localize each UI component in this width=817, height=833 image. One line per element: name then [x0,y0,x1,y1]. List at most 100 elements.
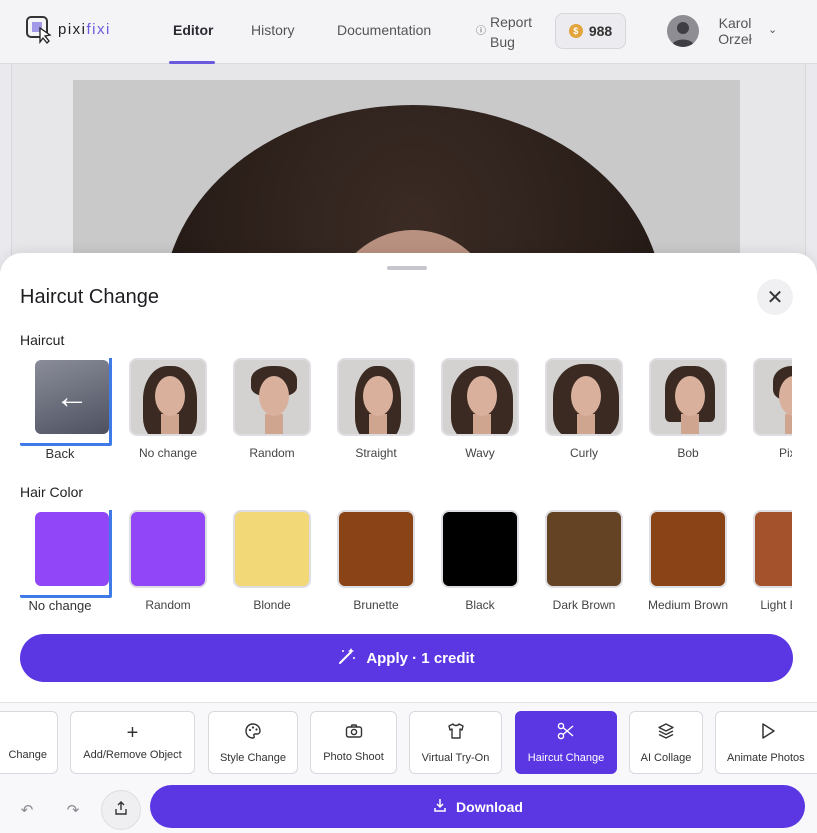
user-first-name: Karol [718,15,752,31]
hair-color-section-label: Hair Color [20,484,84,500]
share-icon [113,800,129,820]
tool-label: Change [8,748,47,761]
color-option[interactable]: Light Brown [740,510,792,612]
tool-label: Haircut Change [527,751,605,764]
sheet-drag-handle[interactable] [387,266,427,270]
haircut-option[interactable]: Pixie [740,358,792,460]
plus-icon: + [126,721,139,744]
color-option[interactable]: Black [428,510,532,612]
tool-haircut-change[interactable]: Haircut Change [515,711,617,774]
user-name[interactable]: Karol Orzeł [713,15,757,47]
tool-change[interactable]: Change [0,711,58,774]
option-label: Light Brown [760,598,792,612]
tool-label: Style Change [219,751,287,764]
haircut-option[interactable]: No change [116,358,220,460]
redo-icon: ↷ [66,802,80,819]
download-label: Download [456,798,523,815]
color-option[interactable]: Blonde [220,510,324,612]
tool-style-change[interactable]: Style Change [208,711,298,774]
close-icon: ✕ [766,286,784,309]
coin-icon: $ [568,24,583,38]
info-icon: ⓘ [476,26,486,37]
haircut-thumbnail [649,358,727,436]
tab-documentation[interactable]: Documentation [337,22,431,38]
haircut-thumbnail [545,358,623,436]
option-label: Medium Brown [647,598,729,612]
haircut-option[interactable]: Curly [532,358,636,460]
haircut-thumbnail [129,358,207,436]
option-label: Blonde [253,598,291,612]
color-option[interactable]: Medium Brown [636,510,740,612]
haircut-options: ← Back No change Random Straight Wavy Cu… [20,358,792,468]
tool-label: Virtual Try-On [421,751,490,764]
hair-color-options: No change Random Blonde Brunette Black D… [20,510,792,620]
option-label: Straight [355,446,397,460]
color-swatch [233,510,311,588]
tool-virtual-try-on[interactable]: Virtual Try-On [409,711,502,774]
option-label: Dark Brown [552,598,616,612]
camera-icon [345,723,363,743]
tool-photo-shoot[interactable]: Photo Shoot [310,711,397,774]
undo-icon: ↶ [20,802,34,819]
logo[interactable]: pixifixi [24,14,111,44]
haircut-option-back[interactable]: ← Back [20,358,124,461]
option-label: Black [465,598,495,612]
option-label: Pixie [778,446,792,460]
scissors-icon [557,722,575,744]
haircut-option[interactable]: Wavy [428,358,532,460]
color-swatch [649,510,727,588]
download-button[interactable]: Download [150,785,805,828]
option-label: Wavy [465,446,495,460]
tool-label: Animate Photos [727,751,805,764]
undo-button[interactable]: ↶ [7,790,47,830]
color-swatch [545,510,623,588]
credits-count: 988 [588,23,613,39]
haircut-option[interactable]: Straight [324,358,428,460]
option-label: Back [45,446,75,461]
option-label: Random [145,598,191,612]
avatar[interactable] [667,15,699,47]
report-bug-label-2: Bug [490,34,515,50]
app-header: pixifixi Editor History Documentation ⓘ … [0,0,817,64]
option-label: Bob [677,446,699,460]
tab-editor[interactable]: Editor [173,22,213,38]
credits-badge[interactable]: $ 988 [555,13,626,49]
option-label: No change [28,598,92,613]
close-button[interactable]: ✕ [757,279,793,315]
apply-label: Apply · 1 credit [366,649,475,667]
report-bug-link[interactable]: ⓘ Report Bug [476,12,546,52]
color-option[interactable]: Dark Brown [532,510,636,612]
play-icon [727,722,776,744]
haircut-section-label: Haircut [20,332,65,348]
color-swatch [337,510,415,588]
color-option[interactable]: Brunette [324,510,428,612]
color-option-no-change[interactable]: No change [20,510,124,613]
option-label: Curly [569,446,598,460]
tools-toolbar: Change + Add/Remove Object Style Change … [0,702,817,833]
apply-button[interactable]: Apply · 1 credit [20,634,793,682]
tool-animate-photos[interactable]: Animate Photos [715,711,817,774]
tool-ai-collage[interactable]: AI Collage [629,711,703,774]
sheet-title: Haircut Change [20,286,159,308]
color-swatch [441,510,519,588]
haircut-thumbnail [337,358,415,436]
layers-icon [657,722,675,744]
tool-label: Photo Shoot [323,750,384,763]
share-button[interactable] [101,790,141,830]
tool-add-remove-object[interactable]: + Add/Remove Object [70,711,195,774]
tab-history[interactable]: History [251,22,295,38]
haircut-thumbnail [233,358,311,436]
haircut-option[interactable]: Random [220,358,324,460]
magic-wand-icon [338,647,356,669]
redo-button[interactable]: ↷ [53,790,93,830]
color-swatch [753,510,792,588]
color-option[interactable]: Random [116,510,220,612]
chevron-down-icon[interactable]: ⌄ [768,23,777,36]
download-icon [432,797,448,816]
report-bug-label-1: Report [490,14,533,30]
haircut-option[interactable]: Bob [636,358,740,460]
haircut-sheet: Haircut Change ✕ Haircut ← Back No chang… [0,253,817,703]
palette-icon [244,722,262,744]
shirt-icon [447,722,465,744]
user-last-name: Orzeł [718,31,752,47]
